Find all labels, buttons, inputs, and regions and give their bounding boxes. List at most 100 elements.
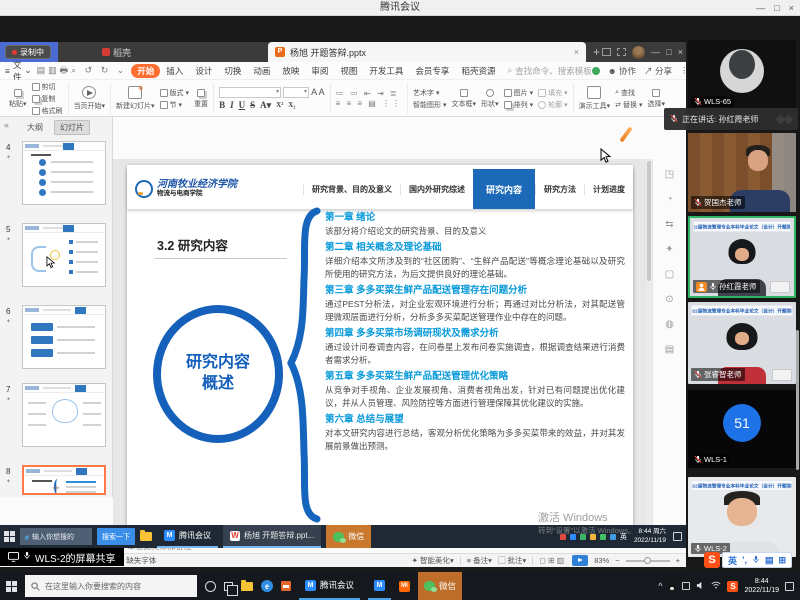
zoom-in-button[interactable]: + (676, 556, 680, 565)
zoom-slider[interactable] (626, 560, 670, 562)
remote-taskbar-meeting[interactable]: M腾讯会议 (157, 525, 218, 548)
font-family-combo[interactable] (219, 87, 281, 98)
arrange-button[interactable]: 排列▾ (504, 100, 534, 110)
play-from-current-button[interactable]: 当页开始▾ (74, 86, 106, 111)
wps-document-tab[interactable]: P 杨旭 开题答辩.pptx × (268, 42, 586, 62)
sogou-icon[interactable]: S (704, 552, 720, 568)
participant-贺国杰老师[interactable]: 贺国杰老师 (688, 133, 796, 212)
slideshow-play-button[interactable] (572, 555, 588, 566)
action-center-icon[interactable] (785, 582, 794, 591)
current-slide[interactable]: 河南牧业经济学院 物流与电商学院 研究背景、目的及意义国内外研究综述研究内容研究… (127, 165, 633, 533)
sogou-lang-toggle[interactable]: 英 (728, 554, 737, 567)
ribbon-tab-切换[interactable]: 切换 (218, 64, 247, 78)
ribbon-tab-开发工具[interactable]: 开发工具 (363, 64, 409, 78)
sogou-punct-toggle[interactable]: ’, (742, 555, 747, 565)
slide-thumbnail-6[interactable] (22, 305, 106, 369)
format-painter-button[interactable]: 格式刷 (32, 106, 63, 116)
window-close-button[interactable]: × (789, 3, 794, 13)
new-slide-button[interactable]: 新建幻灯片▾ (116, 86, 155, 111)
ribbon-tab-审阅[interactable]: 审阅 (305, 64, 334, 78)
participant-张睿智老师[interactable]: 2022届物流管理专业本科毕业论文（设计）开题答辩张睿智老师 (688, 302, 796, 384)
start-button[interactable] (6, 581, 17, 592)
wps-minimize-button[interactable]: — (651, 47, 660, 57)
align-format-icons[interactable]: ≡ ≡ ≡ ▤ ⋮⋮ (336, 100, 402, 108)
slides-tab[interactable]: 幻灯片 (54, 120, 90, 135)
rail-icon[interactable]: ✦ (665, 244, 673, 255)
quick-access-icons[interactable]: ▤▥🖶⌕ ↺ ↻ ⌄ (37, 63, 128, 79)
ribbon-tab-动画[interactable]: 动画 (247, 64, 276, 78)
remote-explorer-icon[interactable] (140, 532, 152, 541)
ribbon-tab-放映[interactable]: 放映 (276, 64, 305, 78)
volume-icon[interactable] (696, 581, 705, 592)
ribbon-tab-开始[interactable]: 开始 (131, 64, 160, 78)
paste-button[interactable]: 粘贴▾ (9, 89, 27, 109)
fill-button[interactable]: 填充▾ (538, 88, 568, 98)
italic-button[interactable]: I (230, 100, 234, 110)
collaborate-button[interactable]: ☻ 协作 (608, 65, 636, 77)
rail-icon[interactable]: ◳ (665, 169, 674, 180)
view-mode-icons[interactable]: ◻⊞▥ (539, 556, 566, 565)
layout-view-icon[interactable] (602, 48, 611, 56)
new-tab-button[interactable]: + (593, 42, 600, 62)
art-text-button[interactable]: 艺术字▾ (413, 88, 447, 98)
beautify-button[interactable]: ✦ 智能美化▾ (412, 555, 454, 566)
participant-WLS-1[interactable]: 51WLS-1 (688, 390, 796, 468)
qq-icon[interactable] (668, 582, 676, 591)
slide-thumbnail-7[interactable] (22, 383, 106, 447)
reset-button[interactable]: 重置 (194, 89, 208, 109)
taskbar-wechat-app[interactable]: 微信 (418, 572, 462, 600)
sogou-keyboard-icon[interactable]: ▤ (765, 555, 774, 566)
tab-close-icon[interactable]: × (574, 47, 579, 57)
select-button[interactable]: 选择▾ (648, 89, 666, 109)
rail-icon[interactable]: ⇆ (665, 219, 673, 230)
font-color-button[interactable]: A▾ (260, 100, 271, 111)
participant-WLS-65[interactable]: WLS-65 (688, 40, 796, 110)
remote-taskbar-wps[interactable]: W杨旭 开题答辩.ppt... (223, 525, 321, 548)
present-tools-button[interactable]: 演示工具▾ (579, 86, 611, 111)
remote-notification-icon[interactable] (673, 532, 682, 541)
notes-button[interactable]: ≡ 备注▾ (467, 555, 492, 566)
rail-icon[interactable]: ◔ (666, 194, 672, 205)
bold-button[interactable]: B (219, 100, 225, 110)
add-slide-button[interactable]: + (0, 480, 112, 495)
outline-button[interactable]: 轮廓▾ (538, 100, 568, 110)
find-button[interactable]: ⌕ 查找 (615, 88, 642, 98)
command-search[interactable]: ⌕ 查找命令、搜索模板 (507, 65, 591, 77)
wps-close-button[interactable]: × (678, 47, 683, 57)
remote-clock[interactable]: 8:44 周六 2022/11/19 (634, 528, 666, 545)
network-icon[interactable] (711, 581, 721, 591)
rail-icon[interactable]: ◍ (665, 319, 674, 330)
smart-shape-button[interactable]: 智能图形▾ (413, 100, 447, 110)
slide-editor-stage[interactable]: 河南牧业经济学院 物流与电商学院 研究背景、目的及意义国内外研究综述研究内容研究… (113, 159, 646, 539)
ribbon-tab-视图[interactable]: 视图 (334, 64, 363, 78)
window-maximize-button[interactable]: □ (774, 3, 779, 13)
participant-孙红霞老师[interactable]: 2022届物流管理专业本科毕业论文（设计）开题答辩孙红霞老师 (688, 216, 796, 298)
tray-expand-icon[interactable]: ^ (658, 581, 662, 591)
outline-tab[interactable]: 大纲 (22, 121, 48, 134)
remote-edge-search[interactable]: e输入你想搜的 (20, 528, 92, 545)
wps-restore-button[interactable]: □ (666, 47, 671, 57)
textbox-button[interactable]: 文本框▾ (452, 89, 477, 109)
ribbon-tab-稻壳资源[interactable]: 稻壳资源 (455, 64, 501, 78)
wps-account-avatar[interactable] (632, 46, 645, 59)
remote-search-button[interactable]: 搜索一下 (97, 528, 135, 545)
strikethrough-button[interactable]: S (250, 100, 255, 110)
cortana-icon[interactable] (205, 581, 216, 592)
replace-button[interactable]: ⇄ 替换▾ (615, 100, 642, 110)
list-format-icons[interactable]: ≔ ≕ ⇤ ⇥ ≣ (336, 90, 402, 98)
ribbon-tab-插入[interactable]: 插入 (160, 64, 189, 78)
remote-taskbar-wechat[interactable]: 微信 (326, 525, 371, 548)
comments-button[interactable]: ▢ 批注▾ (498, 555, 526, 566)
section-button[interactable]: 节▾ (160, 100, 190, 110)
window-minimize-button[interactable]: — (756, 3, 765, 13)
picture-button[interactable]: 图片▾ (504, 88, 534, 98)
shape-button[interactable]: 形状▾ (481, 89, 499, 109)
taskbar-meeting-window[interactable]: M (368, 572, 391, 600)
edge-icon[interactable]: e (261, 580, 273, 592)
sidebar-scrollbar[interactable] (796, 330, 799, 470)
rail-icon[interactable]: ▤ (665, 344, 674, 355)
taskbar-search-input[interactable]: 在这里输入你要搜索的内容 (25, 575, 197, 597)
task-view-icon[interactable] (224, 582, 233, 591)
tray-device-icon[interactable] (682, 582, 690, 590)
ribbon-tab-设计[interactable]: 设计 (189, 64, 218, 78)
